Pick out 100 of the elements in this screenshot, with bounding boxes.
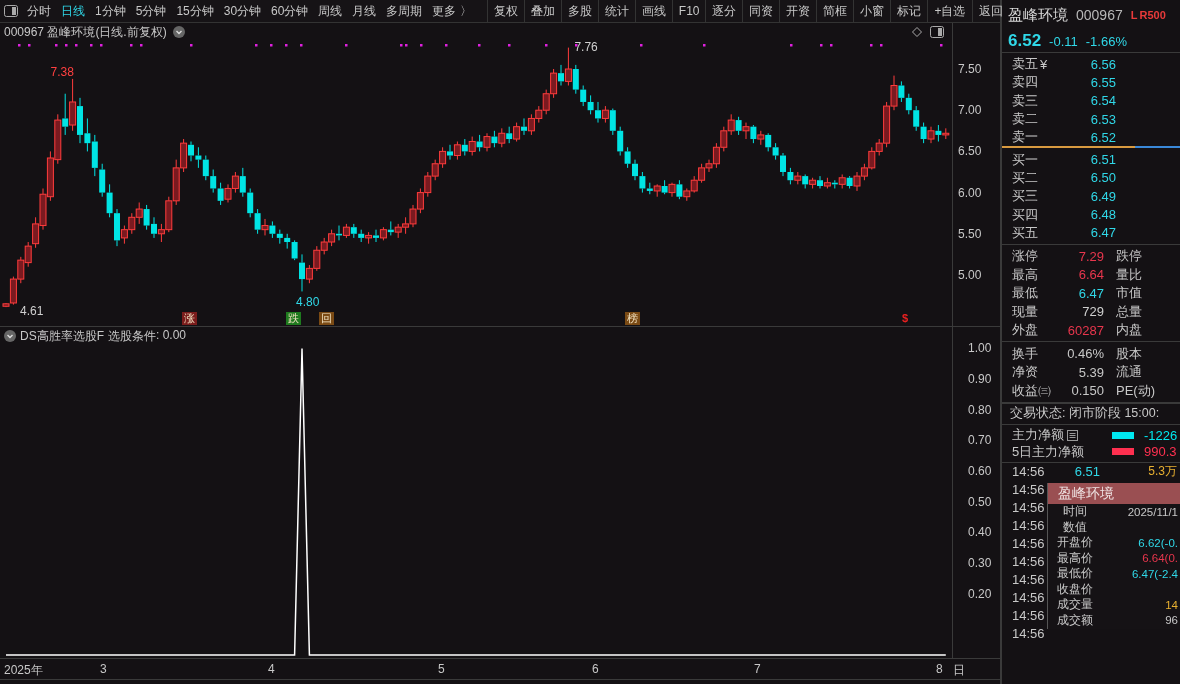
value-axis-label: 0.80 — [968, 402, 992, 417]
last-price: 6.52 — [1008, 31, 1042, 51]
stat-value: 6.64 — [1077, 267, 1104, 283]
date-axis-label: 3 — [100, 662, 107, 676]
toolbar-button[interactable]: 复权 — [486, 0, 524, 22]
stat-label: 现量 — [1012, 302, 1039, 321]
period-tab[interactable]: 日线 — [56, 0, 90, 22]
dropdown-icon[interactable] — [172, 26, 185, 38]
stat-label: 跌停 — [1116, 247, 1142, 266]
period-tab[interactable]: 60分钟 — [266, 0, 314, 22]
trade-status: 交易状态: 闭市阶段 15:00: — [1010, 405, 1160, 423]
fund-flow-label: 主力净额 — [1012, 426, 1064, 445]
currency-symbol: ¥ — [1040, 56, 1049, 72]
stat-value: 0.46% — [1066, 346, 1104, 362]
date-axis-label: 日 — [953, 662, 965, 679]
signal-marker: 涨 — [182, 312, 197, 325]
stat-label: PE(动) — [1116, 381, 1155, 400]
period-tab[interactable]: 5分钟 — [130, 0, 172, 22]
order-book-price: 6.50 — [1089, 170, 1116, 186]
stat-label: 最低 — [1012, 284, 1039, 303]
signal-marker: 跌 — [286, 312, 301, 325]
stat-value: 729 — [1081, 304, 1104, 320]
stat-value: 0.150 — [1070, 383, 1104, 399]
toolbar-button[interactable]: +自选 — [927, 0, 972, 22]
series-name: 选股条件 — [108, 327, 156, 345]
toolbar-button[interactable]: 同资 — [742, 0, 780, 22]
tooltip-label: 最高价 — [1056, 550, 1094, 566]
toolbar-button[interactable]: 简框 — [816, 0, 854, 22]
fund-flow-value: 990.3 — [1144, 444, 1177, 460]
collapse-icon[interactable] — [4, 330, 16, 342]
tooltip-value: 6.64(0. — [1142, 552, 1178, 565]
stock-name: 盈峰环境 — [1008, 5, 1068, 25]
signal-marker: 榜 — [625, 312, 640, 325]
toolbar-button[interactable]: 开资 — [779, 0, 817, 22]
value-axis-label: 0.50 — [968, 494, 992, 509]
toolbar-button[interactable]: 画线 — [634, 0, 672, 22]
value-axis-label: 0.40 — [968, 525, 992, 540]
tooltip-title: 盈峰环境 — [1058, 484, 1114, 503]
toolbar-button[interactable]: 叠加 — [523, 0, 561, 22]
period-tab[interactable]: 多周期 — [381, 0, 428, 22]
tooltip-label: 数值 — [1062, 519, 1088, 535]
order-book-price: 6.51 — [1089, 152, 1116, 168]
price-label: 7.76 — [574, 39, 598, 54]
stat-label: 最高 — [1012, 265, 1039, 284]
stat-label: 市值 — [1116, 284, 1142, 303]
order-book-price: 6.56 — [1089, 56, 1116, 72]
price-axis-label: 7.50 — [958, 62, 982, 76]
order-book-label: 买二 — [1012, 168, 1039, 187]
order-book-label: 卖三 — [1012, 91, 1039, 110]
stat-value: 5.39 — [1077, 364, 1104, 380]
more-menu-button[interactable]: 更多 〉 — [427, 0, 477, 22]
order-book-label: 卖四 — [1012, 73, 1039, 92]
stat-label: 净资 — [1012, 363, 1039, 382]
tick-price: 6.51 — [1073, 464, 1100, 480]
toolbar-button[interactable]: 标记 — [890, 0, 928, 22]
price-label: 7.38 — [50, 64, 74, 79]
tooltip-value: 96 — [1165, 614, 1178, 627]
stock-code: 000967 — [1076, 7, 1123, 23]
toolbar-button[interactable]: 返回 — [971, 0, 1009, 22]
tooltip-value: 2025/11/1 — [1127, 505, 1178, 518]
tick-time: 14:56 — [1012, 500, 1046, 516]
tooltip-label: 时间 — [1062, 504, 1088, 520]
period-tab[interactable]: 月线 — [347, 0, 382, 22]
tooltip-value: 6.47(-2.4 — [1131, 567, 1178, 580]
order-book-label: 买一 — [1012, 150, 1039, 169]
order-book-price: 6.49 — [1089, 188, 1116, 204]
order-book-label: 卖二 — [1012, 110, 1039, 129]
stat-label: 换手 — [1012, 344, 1039, 363]
period-tab[interactable]: 1分钟 — [90, 0, 131, 22]
value-axis-label: 0.70 — [968, 433, 992, 448]
panel-toggle-icon[interactable] — [930, 26, 944, 38]
tick-time: 14:56 — [1012, 518, 1046, 534]
toolbar-button[interactable]: 多股 — [560, 0, 598, 22]
indicator-name: DS高胜率选股F — [20, 327, 104, 345]
value-axis-label: 1.00 — [968, 341, 992, 356]
tooltip-label: 成交量 — [1056, 597, 1094, 613]
stat-value: 7.29 — [1077, 248, 1104, 264]
price-axis-label: 5.00 — [958, 267, 982, 282]
signal-marker: $ — [901, 312, 910, 325]
panel-toggle-icon[interactable] — [4, 5, 18, 17]
period-tab[interactable]: 周线 — [313, 0, 348, 22]
order-book-price: 6.48 — [1089, 207, 1116, 222]
toolbar-button[interactable]: 逐分 — [705, 0, 743, 22]
toolbar-button[interactable]: 小窗 — [853, 0, 891, 22]
period-tab[interactable]: 15分钟 — [171, 0, 219, 22]
toolbar-button[interactable]: 统计 — [597, 0, 635, 22]
period-tab[interactable]: 分时 — [22, 0, 56, 22]
list-icon[interactable] — [1067, 429, 1078, 441]
price-axis-label: 7.00 — [958, 103, 982, 118]
toolbar-button[interactable]: F10 — [671, 0, 706, 22]
period-tab[interactable]: 30分钟 — [218, 0, 267, 22]
order-book-price: 6.47 — [1089, 225, 1116, 241]
diamond-icon[interactable] — [912, 27, 922, 37]
tick-time: 14:56 — [1012, 572, 1046, 588]
price-label: 4.80 — [296, 295, 320, 310]
tick-time: 14:56 — [1012, 590, 1046, 606]
date-axis-label: 2025年 — [4, 662, 43, 679]
tick-time: 14:56 — [1012, 482, 1046, 498]
order-book-label: 买三 — [1012, 187, 1039, 206]
order-book-price: 6.53 — [1089, 111, 1116, 127]
